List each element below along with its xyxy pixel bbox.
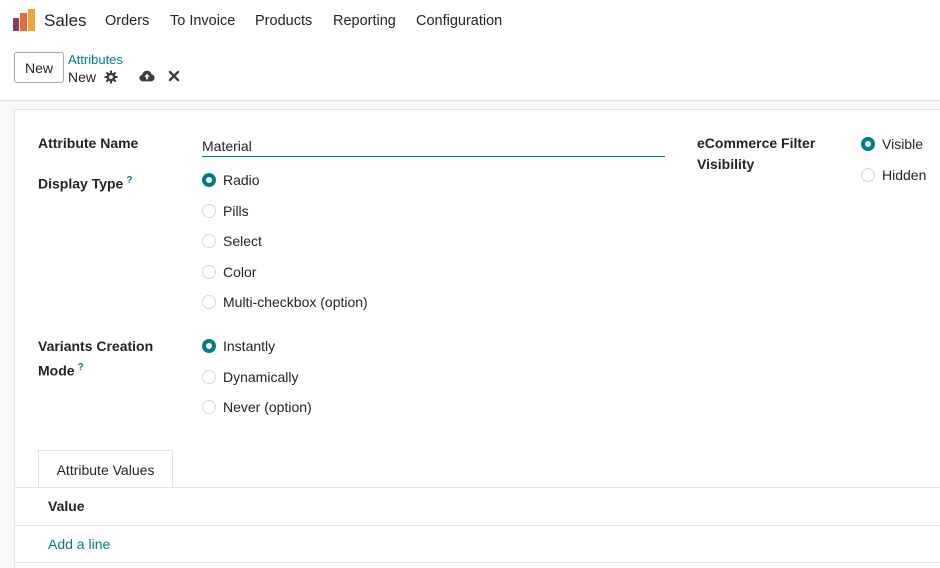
radio-option-label: Color — [223, 264, 257, 280]
gear-icon[interactable] — [104, 70, 118, 84]
display-type-label-text: Display Type — [38, 175, 124, 192]
radio-option-label: Dynamically — [223, 369, 299, 385]
variants-mode-label: Variants Creation Mode? — [38, 336, 153, 382]
menu-products[interactable]: Products — [255, 13, 312, 29]
radio-option-label: Instantly — [223, 338, 276, 354]
radio-unchecked-icon[interactable] — [202, 295, 216, 309]
radio-option-label: Multi-checkbox (option) — [223, 294, 368, 310]
top-navbar: Sales Orders To Invoice Products Reporti… — [0, 0, 940, 42]
radio-checked-icon[interactable] — [202, 339, 216, 353]
ecommerce-label-line2: Visibility — [697, 156, 755, 172]
breadcrumb-current: New — [68, 69, 97, 85]
sales-app-logo-icon[interactable] — [13, 9, 35, 31]
variants-mode-label-line1: Variants Creation — [38, 338, 154, 354]
table-row-divider — [15, 562, 940, 563]
radio-option-label: Select — [223, 233, 262, 249]
radio-option-label: Hidden — [882, 167, 927, 183]
display-type-radio-multi-checkbox[interactable]: Multi-checkbox (option) — [202, 292, 368, 312]
variants-mode-radio-instantly[interactable]: Instantly — [202, 336, 275, 356]
display-type-help-icon[interactable]: ? — [126, 175, 132, 186]
attribute-name-input[interactable] — [202, 135, 665, 157]
display-type-radio-pills[interactable]: Pills — [202, 201, 249, 221]
radio-unchecked-icon[interactable] — [202, 204, 216, 218]
radio-option-label: Visible — [882, 136, 923, 152]
display-type-label: Display Type? — [38, 170, 132, 195]
new-button[interactable]: New — [14, 52, 64, 83]
menu-configuration[interactable]: Configuration — [416, 13, 502, 29]
radio-option-label: Never (option) — [223, 399, 312, 415]
ecommerce-radio-hidden[interactable]: Hidden — [861, 165, 926, 185]
radio-unchecked-icon[interactable] — [861, 168, 875, 182]
menu-to-invoice[interactable]: To Invoice — [170, 13, 235, 29]
variants-mode-radio-never[interactable]: Never (option) — [202, 397, 312, 417]
ecommerce-visibility-label: eCommerce Filter Visibility — [697, 133, 815, 175]
display-type-radio-color[interactable]: Color — [202, 262, 256, 282]
tab-divider — [15, 487, 940, 488]
radio-checked-icon[interactable] — [861, 137, 875, 151]
radio-unchecked-icon[interactable] — [202, 400, 216, 414]
variants-mode-label-line2: Mode — [38, 362, 75, 379]
radio-option-label: Pills — [223, 203, 249, 219]
radio-unchecked-icon[interactable] — [202, 234, 216, 248]
ecommerce-label-line1: eCommerce Filter — [697, 135, 816, 151]
variants-mode-radio-dynamically[interactable]: Dynamically — [202, 367, 298, 387]
radio-unchecked-icon[interactable] — [202, 265, 216, 279]
add-a-line-link[interactable]: Add a line — [48, 536, 110, 552]
column-header-value[interactable]: Value — [48, 498, 85, 514]
menu-reporting[interactable]: Reporting — [333, 13, 396, 29]
attribute-name-label: Attribute Name — [38, 135, 139, 151]
cloud-upload-icon[interactable] — [139, 69, 155, 83]
table-header-divider — [15, 525, 940, 526]
radio-option-label: Radio — [223, 172, 260, 188]
variants-mode-help-icon[interactable]: ? — [78, 362, 84, 373]
radio-checked-icon[interactable] — [202, 173, 216, 187]
display-type-radio-select[interactable]: Select — [202, 231, 262, 251]
menu-orders[interactable]: Orders — [105, 13, 149, 29]
close-icon[interactable] — [168, 70, 180, 82]
app-name[interactable]: Sales — [44, 11, 87, 31]
breadcrumb-attributes[interactable]: Attributes — [68, 52, 123, 67]
display-type-radio-radio[interactable]: Radio — [202, 170, 260, 190]
tab-attribute-values[interactable]: Attribute Values — [38, 450, 173, 488]
ecommerce-radio-visible[interactable]: Visible — [861, 134, 923, 154]
radio-unchecked-icon[interactable] — [202, 370, 216, 384]
